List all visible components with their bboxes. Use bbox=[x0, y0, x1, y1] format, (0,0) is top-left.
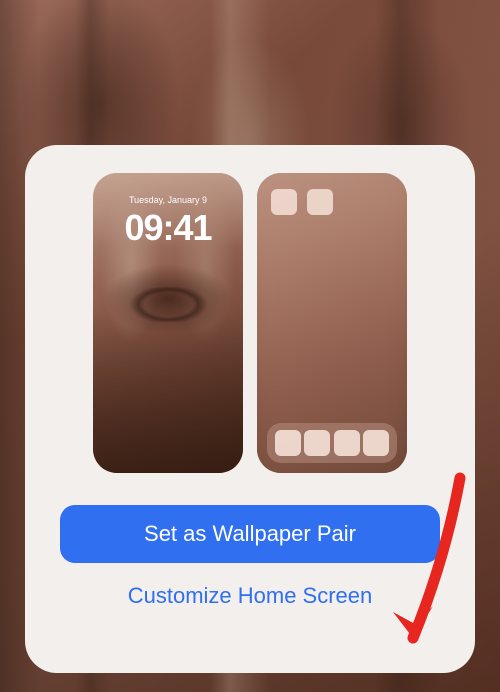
app-icon-placeholder bbox=[271, 189, 297, 215]
home-screen-preview bbox=[257, 173, 407, 473]
wallpaper-options-modal: Tuesday, January 9 09:41 Set as Wallpape… bbox=[25, 145, 475, 673]
lock-screen-date: Tuesday, January 9 bbox=[93, 195, 243, 205]
app-icon-placeholder bbox=[307, 189, 333, 215]
dock-icon-placeholder bbox=[275, 430, 301, 456]
customize-home-screen-button[interactable]: Customize Home Screen bbox=[128, 583, 373, 609]
lock-screen-preview: Tuesday, January 9 09:41 bbox=[93, 173, 243, 473]
wallpaper-preview-row: Tuesday, January 9 09:41 bbox=[93, 173, 407, 473]
dock-icon-placeholder bbox=[304, 430, 330, 456]
home-screen-top-icons bbox=[271, 189, 333, 215]
home-screen-dock bbox=[267, 423, 397, 463]
lock-screen-time: 09:41 bbox=[93, 207, 243, 249]
set-as-wallpaper-pair-button[interactable]: Set as Wallpaper Pair bbox=[60, 505, 440, 563]
dock-icon-placeholder bbox=[334, 430, 360, 456]
dock-icon-placeholder bbox=[363, 430, 389, 456]
